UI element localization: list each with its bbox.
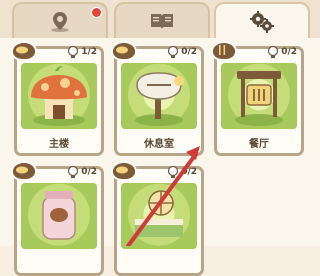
pointer-arrow <box>126 146 200 246</box>
